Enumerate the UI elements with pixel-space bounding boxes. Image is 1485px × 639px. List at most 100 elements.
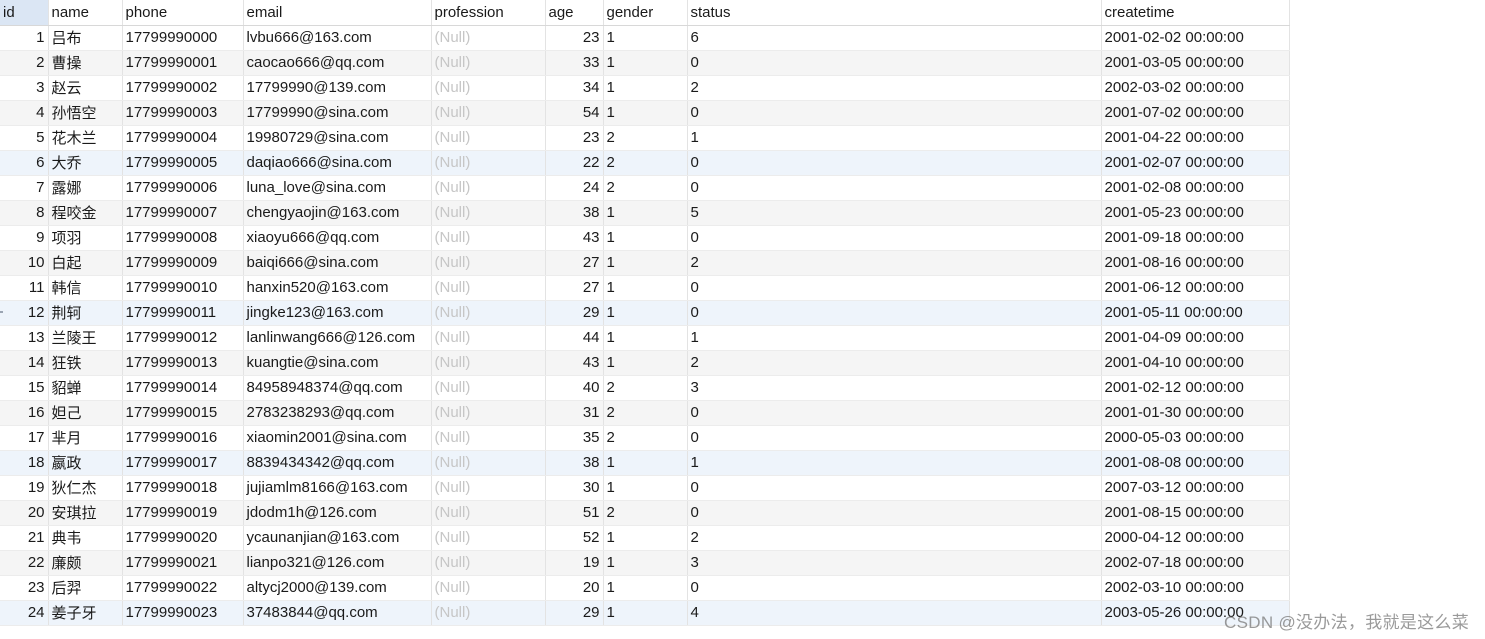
cell-createtime[interactable]: 2002-03-10 00:00:00 <box>1101 575 1290 601</box>
table-row[interactable]: 6 大乔 17799990005 daqiao666@sina.com (Null) 22… <box>0 150 1290 176</box>
cell-gender[interactable]: 2 <box>603 425 688 451</box>
cell-id[interactable]: 9 <box>0 225 49 251</box>
cell-id[interactable]: 22 <box>0 550 49 576</box>
cell-age[interactable]: 51 <box>545 500 604 526</box>
cell-status[interactable]: 0 <box>687 175 1102 201</box>
cell-status[interactable]: 1 <box>687 125 1102 151</box>
cell-status[interactable]: 2 <box>687 75 1102 101</box>
cell-age[interactable]: 22 <box>545 150 604 176</box>
column-header-createtime[interactable]: createtime <box>1101 0 1290 26</box>
table-row[interactable]: 23 后羿 17799990022 altycj2000@139.com (Null) 2… <box>0 575 1290 601</box>
cell-status[interactable]: 1 <box>687 325 1102 351</box>
cell-profession[interactable]: (Null) <box>431 325 546 351</box>
cell-createtime[interactable]: 2007-03-12 00:00:00 <box>1101 475 1290 501</box>
cell-profession[interactable]: (Null) <box>431 175 546 201</box>
cell-email[interactable]: jdodm1h@126.com <box>243 500 432 526</box>
cell-profession[interactable]: (Null) <box>431 350 546 376</box>
cell-age[interactable]: 43 <box>545 350 604 376</box>
cell-email[interactable]: kuangtie@sina.com <box>243 350 432 376</box>
table-row[interactable]: 15 貂蝉 17799990014 84958948374@qq.com (Null) 4… <box>0 375 1290 401</box>
cell-gender[interactable]: 1 <box>603 550 688 576</box>
cell-id[interactable]: 12 <box>0 300 49 326</box>
table-row[interactable]: 24 姜子牙 17799990023 37483844@qq.com (Null) 29 1… <box>0 600 1290 626</box>
cell-phone[interactable]: 17799990006 <box>122 175 244 201</box>
cell-email[interactable]: 17799990@139.com <box>243 75 432 101</box>
cell-createtime[interactable]: 2002-03-02 00:00:00 <box>1101 75 1290 101</box>
cell-name[interactable]: 项羽 <box>48 225 123 251</box>
column-header-gender[interactable]: gender <box>603 0 688 26</box>
table-row[interactable]: 19 狄仁杰 17799990018 jujiamlm8166@163.com (Nul… <box>0 475 1290 501</box>
cell-phone[interactable]: 17799990007 <box>122 200 244 226</box>
cell-profession[interactable]: (Null) <box>431 375 546 401</box>
cell-createtime[interactable]: 2001-04-10 00:00:00 <box>1101 350 1290 376</box>
cell-age[interactable]: 54 <box>545 100 604 126</box>
column-header-email[interactable]: email <box>243 0 432 26</box>
cell-name[interactable]: 安琪拉 <box>48 500 123 526</box>
column-header-status[interactable]: status <box>687 0 1102 26</box>
cell-status[interactable]: 3 <box>687 550 1102 576</box>
cell-email[interactable]: 84958948374@qq.com <box>243 375 432 401</box>
cell-createtime[interactable]: 2000-04-12 00:00:00 <box>1101 525 1290 551</box>
cell-name[interactable]: 荆轲 <box>48 300 123 326</box>
column-header-profession[interactable]: profession <box>431 0 546 26</box>
cell-phone[interactable]: 17799990003 <box>122 100 244 126</box>
cell-age[interactable]: 44 <box>545 325 604 351</box>
cell-email[interactable]: ycaunanjian@163.com <box>243 525 432 551</box>
cell-createtime[interactable]: 2001-08-16 00:00:00 <box>1101 250 1290 276</box>
cell-email[interactable]: hanxin520@163.com <box>243 275 432 301</box>
cell-createtime[interactable]: 2001-05-23 00:00:00 <box>1101 200 1290 226</box>
cell-name[interactable]: 芈月 <box>48 425 123 451</box>
table-row[interactable]: 8 程咬金 17799990007 chengyaojin@163.com (Null)… <box>0 200 1290 226</box>
cell-id[interactable]: 17 <box>0 425 49 451</box>
cell-createtime[interactable]: 2001-08-15 00:00:00 <box>1101 500 1290 526</box>
cell-email[interactable]: luna_love@sina.com <box>243 175 432 201</box>
cell-email[interactable]: altycj2000@139.com <box>243 575 432 601</box>
cell-gender[interactable]: 1 <box>603 50 688 76</box>
table-row[interactable]: 7 露娜 17799990006 luna_love@sina.com (Null) 24… <box>0 175 1290 201</box>
cell-phone[interactable]: 17799990020 <box>122 525 244 551</box>
cell-gender[interactable]: 1 <box>603 275 688 301</box>
cell-email[interactable]: lvbu666@163.com <box>243 25 432 51</box>
cell-name[interactable]: 姜子牙 <box>48 600 123 626</box>
cell-phone[interactable]: 17799990014 <box>122 375 244 401</box>
cell-profession[interactable]: (Null) <box>431 150 546 176</box>
cell-phone[interactable]: 17799990015 <box>122 400 244 426</box>
cell-name[interactable]: 吕布 <box>48 25 123 51</box>
cell-gender[interactable]: 1 <box>603 575 688 601</box>
column-header-phone[interactable]: phone <box>122 0 244 26</box>
cell-status[interactable]: 0 <box>687 575 1102 601</box>
cell-id[interactable]: 4 <box>0 100 49 126</box>
cell-status[interactable]: 2 <box>687 350 1102 376</box>
table-row[interactable]: 1 吕布 17799990000 lvbu666@163.com (Null) 23 1 6 2… <box>0 25 1290 51</box>
cell-id[interactable]: 18 <box>0 450 49 476</box>
cell-gender[interactable]: 1 <box>603 525 688 551</box>
cell-age[interactable]: 27 <box>545 250 604 276</box>
cell-status[interactable]: 0 <box>687 100 1102 126</box>
cell-phone[interactable]: 17799990004 <box>122 125 244 151</box>
cell-id[interactable]: 3 <box>0 75 49 101</box>
table-row[interactable]: 18 嬴政 17799990017 8839434342@qq.com (Null) 38… <box>0 450 1290 476</box>
cell-profession[interactable]: (Null) <box>431 425 546 451</box>
cell-createtime[interactable]: 2001-02-12 00:00:00 <box>1101 375 1290 401</box>
column-header-name[interactable]: name <box>48 0 123 26</box>
cell-createtime[interactable]: 2001-02-07 00:00:00 <box>1101 150 1290 176</box>
table-row[interactable]: 10 白起 17799990009 baiqi666@sina.com (Null) 27… <box>0 250 1290 276</box>
cell-name[interactable]: 狂铁 <box>48 350 123 376</box>
cell-age[interactable]: 52 <box>545 525 604 551</box>
cell-createtime[interactable]: 2001-08-08 00:00:00 <box>1101 450 1290 476</box>
cell-age[interactable]: 43 <box>545 225 604 251</box>
cell-profession[interactable]: (Null) <box>431 75 546 101</box>
table-row[interactable]: 9 项羽 17799990008 xiaoyu666@qq.com (Null) 43 1 0… <box>0 225 1290 251</box>
cell-phone[interactable]: 17799990009 <box>122 250 244 276</box>
cell-profession[interactable]: (Null) <box>431 100 546 126</box>
table-row[interactable]: 17 芈月 17799990016 xiaomin2001@sina.com (Null… <box>0 425 1290 451</box>
cell-phone[interactable]: 17799990017 <box>122 450 244 476</box>
cell-phone[interactable]: 17799990012 <box>122 325 244 351</box>
cell-email[interactable]: jujiamlm8166@163.com <box>243 475 432 501</box>
cell-id[interactable]: 20 <box>0 500 49 526</box>
cell-createtime[interactable]: 2001-02-02 00:00:00 <box>1101 25 1290 51</box>
cell-age[interactable]: 29 <box>545 600 604 626</box>
cell-phone[interactable]: 17799990018 <box>122 475 244 501</box>
cell-status[interactable]: 0 <box>687 425 1102 451</box>
cell-profession[interactable]: (Null) <box>431 575 546 601</box>
